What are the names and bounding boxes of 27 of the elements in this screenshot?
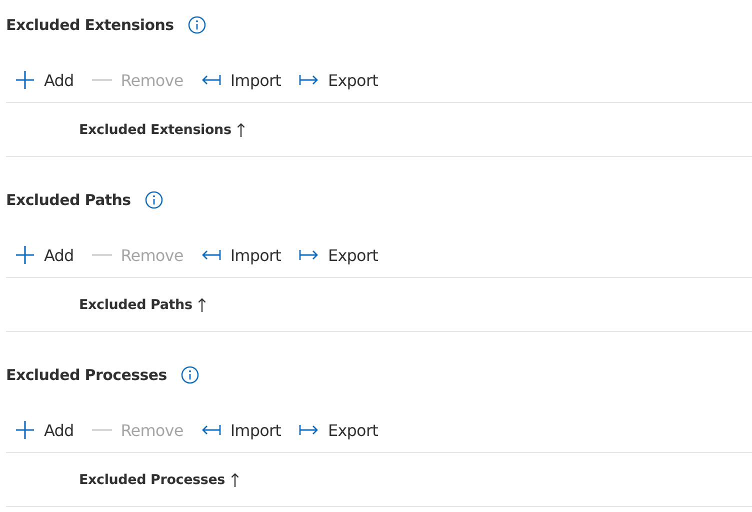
arrow-left-to-bar-icon bbox=[201, 250, 222, 260]
arrow-left-to-bar-icon bbox=[201, 75, 222, 85]
export-button[interactable]: Export bbox=[299, 420, 378, 440]
import-button[interactable]: Import bbox=[201, 420, 282, 440]
add-button[interactable]: Add bbox=[15, 245, 74, 265]
plus-icon bbox=[15, 70, 35, 90]
info-icon[interactable] bbox=[144, 191, 163, 209]
arrow-right-from-bar-icon bbox=[299, 425, 320, 435]
arrow-right-from-bar-icon bbox=[299, 250, 320, 260]
import-button[interactable]: Import bbox=[201, 246, 282, 264]
minus-icon bbox=[92, 78, 112, 82]
minus-icon bbox=[92, 428, 112, 432]
plus-icon bbox=[15, 245, 35, 265]
arrow-left-to-bar-icon bbox=[201, 425, 222, 435]
export-button[interactable]: Export bbox=[299, 70, 378, 90]
add-button[interactable]: Add bbox=[15, 420, 74, 440]
info-icon[interactable] bbox=[180, 366, 199, 384]
export-button[interactable]: Export bbox=[299, 246, 378, 264]
arrow-right-from-bar-icon bbox=[299, 75, 320, 85]
import-button[interactable]: Import bbox=[201, 70, 282, 90]
section-title: Excluded Paths bbox=[6, 191, 131, 209]
section-title: Excluded Processes bbox=[6, 366, 167, 384]
info-icon[interactable] bbox=[188, 16, 206, 34]
minus-icon bbox=[92, 253, 112, 257]
add-button[interactable]: Add bbox=[15, 70, 74, 90]
plus-icon bbox=[15, 420, 35, 440]
section-title: Excluded Extensions bbox=[6, 16, 174, 34]
